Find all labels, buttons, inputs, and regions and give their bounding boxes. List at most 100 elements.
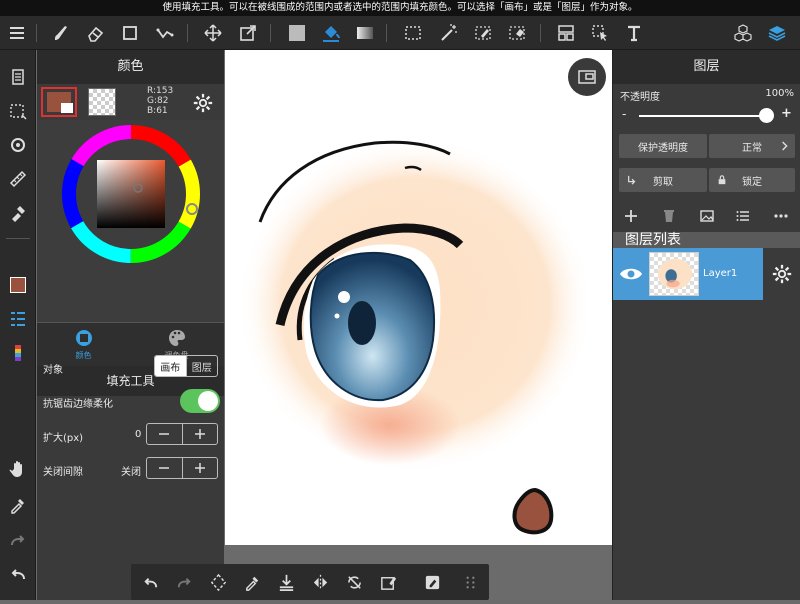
layer-row[interactable]: Layer1 [613,248,763,300]
bucket-tool-icon[interactable] [318,20,344,46]
bottom-toolbar [131,564,489,600]
frame-tool-icon[interactable] [553,20,579,46]
target-segmented-control[interactable]: 画布 图层 [154,355,218,377]
expand-stepper[interactable] [146,423,218,445]
rgb-r-value: R:153 [147,86,174,96]
move-tool-icon[interactable] [200,20,226,46]
opacity-increase-button[interactable]: + [781,106,792,121]
visibility-eye-icon[interactable] [619,266,643,282]
fill-color-icon[interactable] [284,20,310,46]
filter-icon[interactable] [5,200,31,226]
rotate-transform-icon[interactable] [205,569,231,595]
trash-icon[interactable] [661,208,677,224]
flip-horizontal-icon[interactable] [307,569,333,595]
target-option-layer[interactable]: 图层 [185,356,218,376]
color-settings-gear-icon[interactable] [192,92,214,114]
layer-list-title: 图层列表 [613,232,800,248]
undo-button-icon[interactable] [137,569,163,595]
clip-button[interactable]: 剪取 [619,168,707,192]
layer-panel: 图层 不透明度 100% - + 保护透明度 正常 剪取 锁定 图层列表 Lay… [612,50,800,600]
document-icon[interactable] [5,64,31,90]
opacity-decrease-button[interactable]: - [622,107,626,121]
top-toolbar [0,16,800,50]
materials-icon[interactable] [730,20,756,46]
select-eraser-icon[interactable] [504,20,530,46]
close-gap-plus-button[interactable] [181,458,218,478]
protect-alpha-button[interactable]: 保护透明度 [619,134,707,158]
opacity-slider-track[interactable] [639,115,767,117]
hand-tool-icon[interactable] [5,456,31,482]
target-label: 对象 [43,365,63,376]
rotate-canvas-icon[interactable] [341,569,367,595]
selection-layer-icon[interactable] [5,98,31,124]
lock-button[interactable]: 锁定 [709,168,795,192]
text-tool-icon[interactable] [621,20,647,46]
eraser-tool-icon[interactable] [82,20,108,46]
layer-image-icon[interactable] [699,208,715,224]
canvas-view-button[interactable] [568,58,606,96]
redo-button-icon[interactable] [171,569,197,595]
layer-settings-button[interactable] [763,248,800,300]
lock-icon [718,175,726,185]
color-swatch-icon[interactable] [5,272,31,298]
close-gap-value: 关闭 [121,467,141,478]
drag-handle-icon[interactable] [457,569,483,595]
redo-icon[interactable] [5,528,31,554]
rgb-b-value: B:61 [147,106,168,116]
brush-tool-icon[interactable] [48,20,74,46]
ruler-icon[interactable] [5,166,31,192]
opacity-value: 100% [765,88,794,99]
select-pen-icon[interactable] [470,20,496,46]
eyedropper-button-icon[interactable] [239,569,265,595]
window-icon [578,70,596,84]
line-tool-icon[interactable] [152,20,178,46]
rgb-g-value: G:82 [147,96,169,106]
opacity-slider-knob[interactable] [759,108,774,123]
magic-wand-icon[interactable] [436,20,462,46]
antialias-row: 抗锯齿边缘柔化 [37,384,224,418]
layer-list-icon[interactable] [735,208,751,224]
tool-hint-bar: 使用填充工具。可以在被线围成的范围内或者选中的范围内填充颜色。可以选择「画布」或… [0,0,800,16]
target-option-canvas[interactable]: 画布 [155,356,186,376]
expand-label: 扩大(px) [43,433,84,444]
color-wheel-area [37,120,224,322]
clip-arrow-icon [628,175,636,185]
undo-icon[interactable] [5,562,31,588]
add-layer-icon[interactable] [623,208,639,224]
color-panel: 颜色 R:153 G:82 B:61 颜色 填充工具 对象 画布 图层 抗锯齿边… [37,50,224,600]
clear-layer-icon[interactable] [375,569,401,595]
layer-settings-gear-icon [772,264,792,284]
operation-tool-icon[interactable] [587,20,613,46]
transparent-color-swatch[interactable] [88,88,116,116]
more-icon[interactable] [773,208,789,224]
opacity-label: 不透明度 [620,92,660,103]
edit-layer-icon[interactable] [419,569,445,595]
expand-minus-button[interactable] [147,424,182,444]
layer-name: Layer1 [703,268,738,279]
snap-icon[interactable] [5,132,31,158]
select-tool-icon[interactable] [400,20,426,46]
close-gap-stepper[interactable] [146,457,218,479]
drawing-canvas[interactable] [225,50,612,600]
transform-tool-icon[interactable] [235,20,261,46]
left-toolbar [0,50,36,600]
antialias-label: 抗锯齿边缘柔化 [43,399,113,410]
expand-plus-button[interactable] [181,424,218,444]
antialias-toggle[interactable] [180,389,220,413]
main-color-swatch[interactable] [41,87,77,117]
brush-settings-icon[interactable] [5,306,31,332]
menu-icon[interactable] [4,20,30,46]
close-gap-minus-button[interactable] [147,458,182,478]
save-download-icon[interactable] [273,569,299,595]
gradient-tool-icon[interactable] [352,20,378,46]
toolbar-divider [36,24,37,42]
layer-panel-title: 图层 [613,50,800,84]
eyedropper-icon[interactable] [5,492,31,518]
layer-actions-row [613,200,800,232]
shape-tool-icon[interactable] [117,20,143,46]
layer-thumbnail [649,252,699,296]
blend-mode-button[interactable]: 正常 [709,134,795,158]
layers-icon[interactable] [764,20,790,46]
palette-strip-icon[interactable] [5,340,31,366]
color-wheel[interactable] [37,120,224,322]
